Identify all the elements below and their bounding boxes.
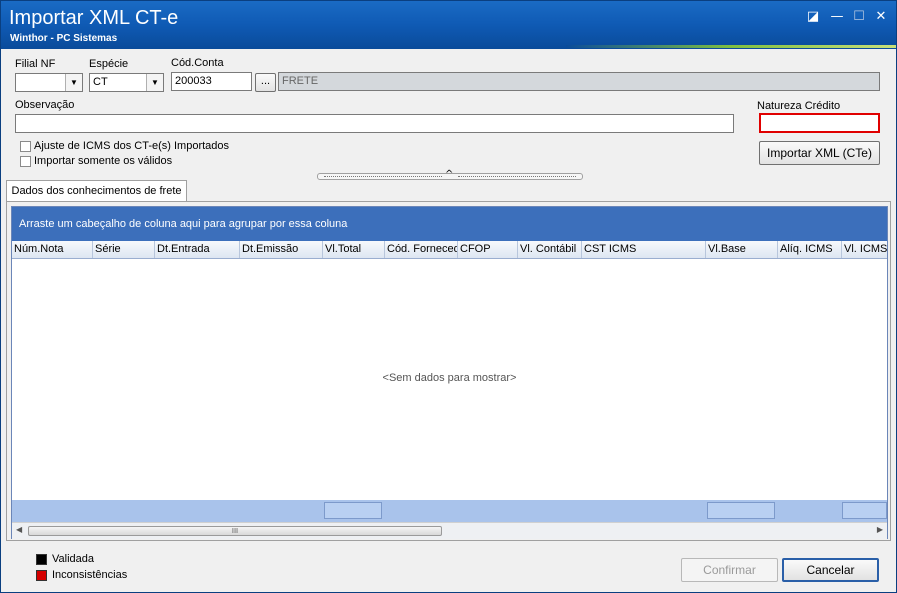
cte-grid: Arraste um cabeçalho de coluna aqui para… — [11, 206, 888, 539]
summary-cell-vl-base — [707, 502, 775, 519]
scroll-left-icon[interactable]: ◀ — [16, 525, 22, 534]
scroll-right-icon[interactable]: ▶ — [877, 525, 883, 534]
tab-panel: Arraste um cabeçalho de coluna aqui para… — [6, 201, 891, 541]
legend-validada-label: Validada — [52, 553, 94, 565]
summary-cell-vl-icms — [842, 502, 887, 519]
window-subtitle: Winthor - PC Sistemas — [10, 33, 118, 44]
chevron-down-icon[interactable]: ▼ — [146, 74, 163, 91]
splitter-grip-left — [324, 176, 442, 178]
cod-conta-input[interactable]: 200033 — [171, 72, 252, 91]
grid-header-row: Núm.Nota Série Dt.Entrada Dt.Emissão Vl.… — [12, 241, 887, 259]
import-xml-button[interactable]: Importar XML (CTe) — [759, 141, 880, 165]
cod-conta-lookup-button[interactable]: ... — [255, 73, 276, 92]
column-header-dt-entrada[interactable]: Dt.Entrada — [155, 241, 240, 258]
grid-summary-footer — [12, 500, 887, 522]
summary-cell-vl-total — [324, 502, 382, 519]
restore-icon[interactable]: ◪ — [805, 9, 821, 25]
title-bar: Importar XML CT-e Winthor - PC Sistemas … — [1, 1, 896, 49]
legend-validada-swatch — [36, 554, 47, 565]
title-decoration-stripe — [566, 45, 896, 48]
somente-validos-label: Importar somente os válidos — [34, 155, 173, 167]
somente-validos-checkbox[interactable] — [20, 156, 31, 167]
observacao-label: Observação — [15, 99, 75, 111]
import-xml-cte-window: Importar XML CT-e Winthor - PC Sistemas … — [0, 0, 897, 593]
filial-nf-label: Filial NF — [15, 58, 56, 70]
column-header-vl-icms[interactable]: Vl. ICMS — [842, 241, 887, 258]
filial-nf-combo[interactable]: ▼ — [15, 73, 83, 92]
column-header-cst-icms[interactable]: CST ICMS — [582, 241, 706, 258]
natureza-credito-input[interactable] — [759, 113, 880, 133]
legend-inconsistencias-swatch — [36, 570, 47, 581]
ajuste-icms-checkbox[interactable] — [20, 141, 31, 152]
window-title: Importar XML CT-e — [9, 7, 179, 29]
horizontal-scrollbar[interactable]: ◀ III ▶ — [12, 522, 887, 539]
column-header-dt-emissao[interactable]: Dt.Emissão — [240, 241, 323, 258]
especie-value: CT — [93, 76, 108, 88]
chevron-down-icon[interactable]: ▼ — [65, 74, 82, 91]
column-header-cfop[interactable]: CFOP — [458, 241, 518, 258]
observacao-input[interactable] — [15, 114, 734, 133]
tab-dados-conhecimentos[interactable]: Dados dos conhecimentos de frete — [6, 180, 187, 202]
cod-conta-description: FRETE — [278, 72, 880, 91]
panel-splitter[interactable]: ^ — [317, 169, 583, 180]
column-header-serie[interactable]: Série — [93, 241, 155, 258]
column-header-vl-base[interactable]: Vl.Base — [706, 241, 778, 258]
column-header-vl-total[interactable]: Vl.Total — [323, 241, 385, 258]
maximize-icon[interactable]: ☐ — [851, 9, 867, 25]
confirm-button[interactable]: Confirmar — [681, 558, 778, 582]
close-icon[interactable]: ✕ — [873, 9, 889, 25]
scrollbar-thumb[interactable]: III — [28, 526, 442, 536]
legend-inconsistencias-label: Inconsistências — [52, 569, 128, 581]
cancel-button[interactable]: Cancelar — [782, 558, 879, 582]
main-content: Filial NF ▼ Espécie CT ▼ Cód.Conta 20003… — [6, 49, 891, 589]
column-header-aliq-icms[interactable]: Alíq. ICMS — [778, 241, 842, 258]
cod-conta-label: Cód.Conta — [171, 57, 224, 69]
chevron-up-icon[interactable]: ^ — [445, 169, 453, 180]
natureza-credito-label: Natureza Crédito — [757, 100, 841, 112]
column-header-vl-contabil[interactable]: Vl. Contábil — [518, 241, 582, 258]
minimize-icon[interactable]: — — [829, 9, 845, 25]
especie-label: Espécie — [89, 58, 129, 70]
column-header-num-nota[interactable]: Núm.Nota — [12, 241, 93, 258]
column-header-cod-fornecedor[interactable]: Cód. Fornecedor — [385, 241, 458, 258]
ajuste-icms-label: Ajuste de ICMS dos CT-e(s) Importados — [34, 140, 230, 152]
group-by-panel[interactable]: Arraste um cabeçalho de coluna aqui para… — [12, 207, 887, 241]
especie-combo[interactable]: CT ▼ — [89, 73, 164, 92]
grid-empty-message: <Sem dados para mostrar> — [382, 372, 517, 384]
splitter-grip-right — [458, 176, 576, 178]
